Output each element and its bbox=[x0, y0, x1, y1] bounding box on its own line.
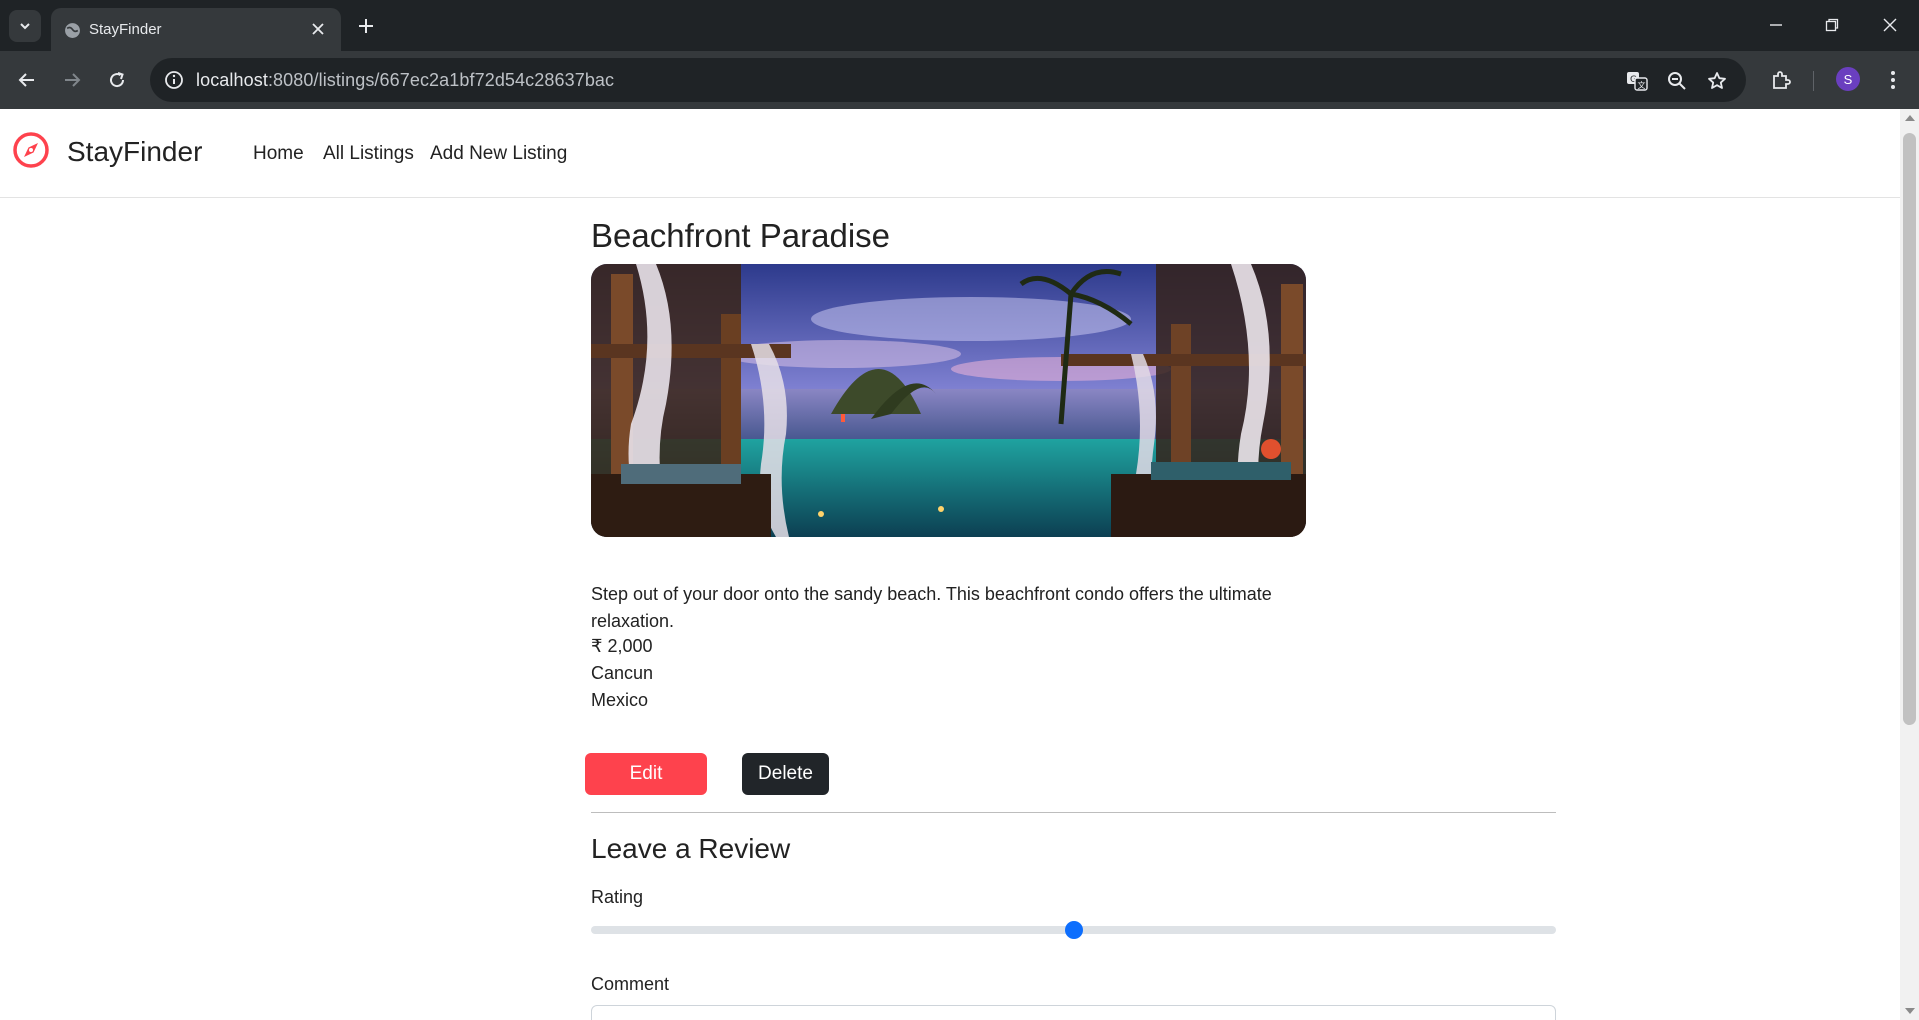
nav-link-home[interactable]: Home bbox=[253, 143, 304, 165]
scroll-down-arrow[interactable] bbox=[1905, 1008, 1915, 1014]
scrollbar-thumb[interactable] bbox=[1903, 133, 1916, 725]
profile-avatar[interactable]: S bbox=[1836, 67, 1860, 91]
listing-country: Mexico bbox=[591, 690, 649, 710]
compass-icon[interactable] bbox=[12, 131, 50, 169]
arrow-left-icon bbox=[18, 73, 34, 87]
browser-menu-button[interactable] bbox=[1878, 65, 1908, 95]
site-info-icon[interactable] bbox=[163, 69, 185, 91]
arrow-right-icon bbox=[65, 73, 81, 87]
section-divider bbox=[591, 812, 1556, 813]
listing-price: ₹ 2,000 bbox=[591, 636, 653, 656]
delete-button[interactable]: Delete bbox=[742, 753, 829, 795]
browser-toolbar: localhost:8080/listings/667ec2a1bf72d54c… bbox=[0, 51, 1919, 109]
svg-text:文: 文 bbox=[1638, 80, 1646, 90]
review-heading: Leave a Review bbox=[591, 833, 791, 864]
rating-label: Rating bbox=[591, 887, 644, 907]
tab-title: StayFinder bbox=[89, 21, 162, 38]
chevron-down-icon bbox=[20, 23, 30, 30]
address-bar[interactable]: localhost:8080/listings/667ec2a1bf72d54c… bbox=[150, 58, 1746, 102]
restore-icon bbox=[1825, 18, 1839, 32]
comment-label: Comment bbox=[591, 974, 670, 994]
reload-icon bbox=[110, 72, 125, 88]
listing-title: Beachfront Paradise bbox=[591, 217, 891, 254]
close-icon bbox=[1883, 18, 1897, 32]
close-tab-icon[interactable] bbox=[309, 20, 327, 38]
page-scrollbar[interactable] bbox=[1900, 109, 1919, 1020]
rating-slider-thumb[interactable] bbox=[1064, 921, 1083, 939]
restore-button[interactable] bbox=[1816, 10, 1848, 40]
globe-icon bbox=[65, 23, 80, 38]
back-button[interactable] bbox=[11, 64, 43, 96]
scroll-up-arrow[interactable] bbox=[1905, 115, 1915, 121]
listing-location: Cancun bbox=[591, 663, 654, 683]
tab-search-button[interactable] bbox=[9, 10, 41, 42]
url-text: localhost:8080/listings/667ec2a1bf72d54c… bbox=[196, 70, 614, 91]
nav-link-all-listings[interactable]: All Listings bbox=[323, 143, 414, 165]
brand-name[interactable]: StayFinder bbox=[67, 136, 202, 168]
listing-photo-illustration bbox=[591, 264, 1306, 537]
minimize-button[interactable] bbox=[1760, 10, 1792, 40]
close-window-button[interactable] bbox=[1874, 10, 1906, 40]
url-path: :8080/listings/667ec2a1bf72d54c28637bac bbox=[267, 70, 615, 90]
comment-textarea[interactable] bbox=[591, 1005, 1556, 1020]
minimize-icon bbox=[1770, 24, 1782, 26]
puzzle-icon bbox=[1773, 71, 1791, 89]
nav-link-add-new-listing[interactable]: Add New Listing bbox=[430, 143, 567, 165]
url-host: localhost bbox=[196, 70, 268, 90]
bookmark-button[interactable] bbox=[1705, 69, 1729, 93]
new-tab-button[interactable] bbox=[353, 13, 379, 39]
listing-description: Step out of your door onto the sandy bea… bbox=[591, 584, 1272, 631]
forward-button[interactable] bbox=[56, 64, 88, 96]
star-icon bbox=[1708, 72, 1726, 89]
browser-tab-active[interactable]: StayFinder bbox=[51, 8, 341, 51]
toolbar-separator bbox=[1813, 71, 1814, 91]
plus-icon bbox=[359, 19, 373, 33]
zoom-button[interactable] bbox=[1665, 69, 1689, 93]
translate-icon: G文 bbox=[1627, 72, 1648, 91]
reload-button[interactable] bbox=[101, 64, 133, 96]
site-navbar: StayFinder Home All Listings Add New Lis… bbox=[0, 109, 1900, 198]
more-vertical-icon bbox=[1891, 71, 1895, 89]
page-viewport: StayFinder Home All Listings Add New Lis… bbox=[0, 109, 1900, 1020]
extensions-button[interactable] bbox=[1766, 65, 1796, 95]
browser-tab-bar: StayFinder bbox=[0, 0, 1919, 51]
translate-button[interactable]: G文 bbox=[1625, 69, 1649, 93]
listing-image bbox=[591, 264, 1306, 537]
zoom-out-icon bbox=[1668, 72, 1686, 90]
edit-button[interactable]: Edit bbox=[585, 753, 707, 795]
